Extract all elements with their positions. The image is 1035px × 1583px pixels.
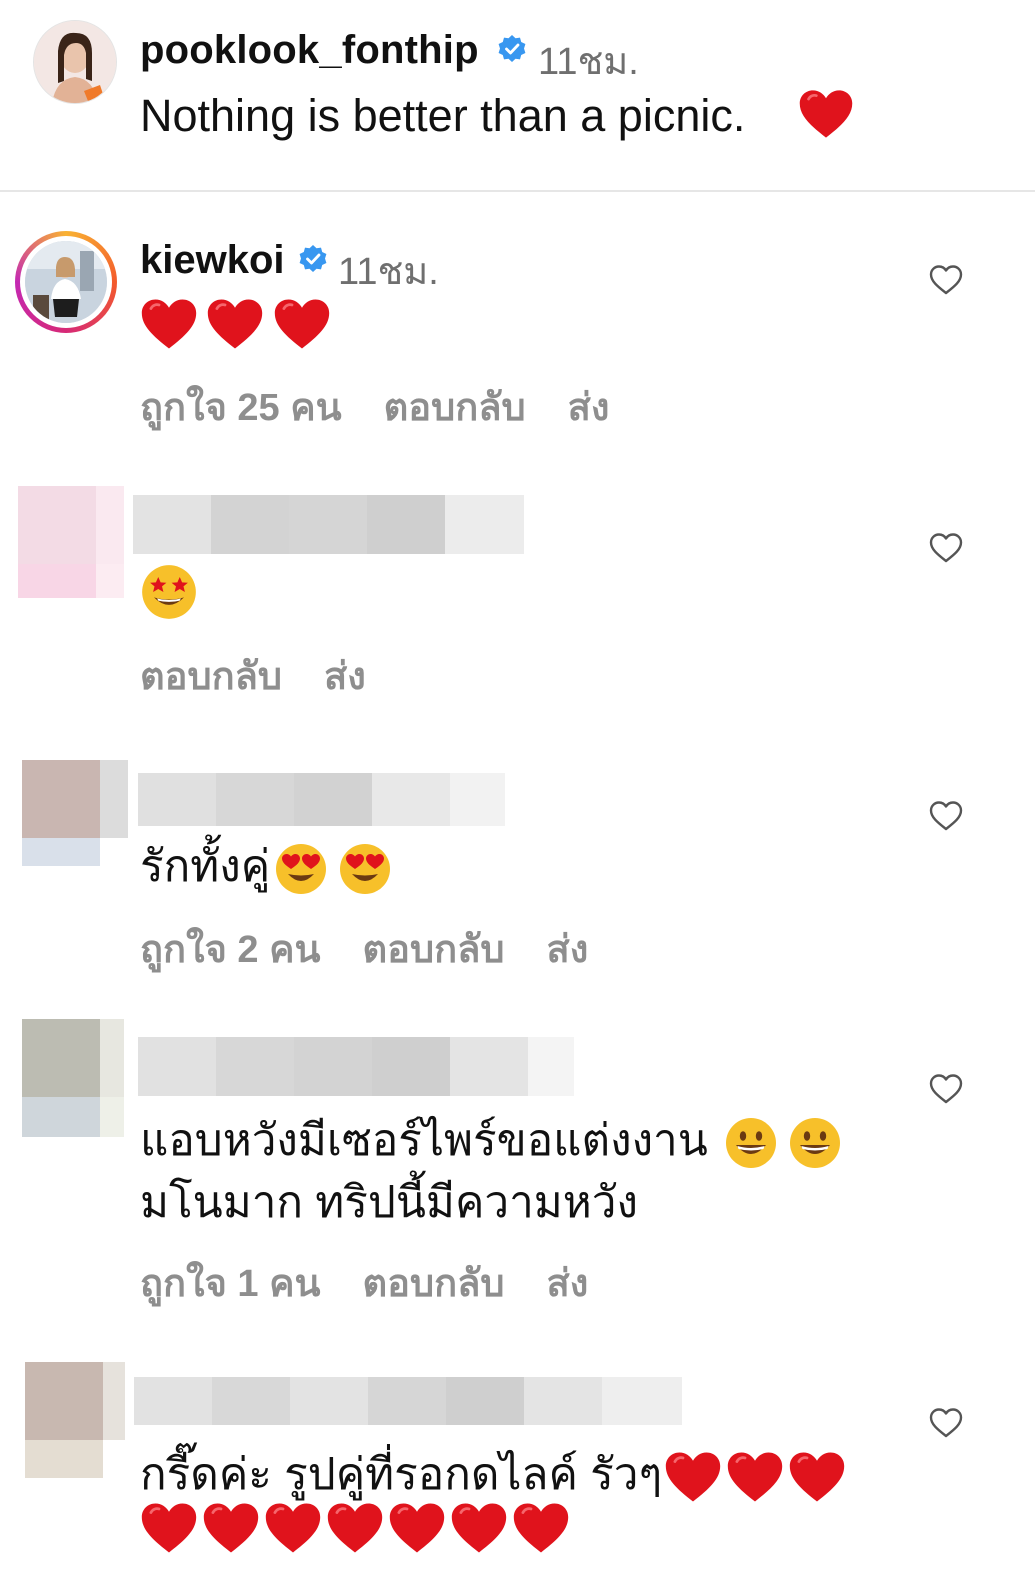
comment-text-line: กรี๊ดค่ะ รูปคู่ที่รอกดไลค์ รัวๆ: [140, 1450, 663, 1499]
send-button[interactable]: ส่ง: [324, 656, 366, 698]
username-blurred[interactable]: [133, 495, 524, 554]
avatar-blurred[interactable]: [25, 1362, 125, 1478]
story-ring-avatar[interactable]: [15, 231, 117, 333]
comment-actions: ถูกใจ 2 คน ตอบกลับ ส่ง: [140, 918, 630, 979]
reply-button[interactable]: ตอบกลับ: [362, 929, 504, 971]
red-heart-emoji-icon: [140, 296, 198, 352]
red-heart-emoji-icon: [664, 1449, 722, 1505]
comment-actions: ตอบกลับ ส่ง: [140, 645, 408, 706]
comment-text: [140, 296, 331, 352]
divider: [0, 190, 1035, 192]
comment-text: รักทั้งคู่: [140, 836, 392, 898]
avatar-blurred[interactable]: [22, 1019, 124, 1137]
red-heart-emoji-icon: [326, 1500, 384, 1556]
caption-timestamp: 11ชม.: [538, 41, 639, 83]
comment-text: แอบหวังมีเซอร์ไพร์ขอแต่งงาน: [140, 1110, 842, 1172]
red-heart-emoji-icon: [512, 1500, 570, 1556]
comment-actions: ถูกใจ 1 คน ตอบกลับ ส่ง: [140, 1252, 630, 1313]
red-heart-emoji-icon: [264, 1500, 322, 1556]
verified-badge-icon: [298, 244, 328, 274]
red-heart-emoji-icon: [788, 1449, 846, 1505]
likes-count-button[interactable]: ถูกใจ 2 คน: [140, 929, 320, 971]
grinning-face-emoji-icon: [788, 1116, 842, 1170]
caption-text: Nothing is better than a picnic.: [140, 90, 746, 141]
verified-badge-icon: [497, 34, 527, 64]
avatar-blurred[interactable]: [22, 760, 128, 866]
heart-eyes-emoji-icon: [338, 842, 392, 896]
likes-count-button[interactable]: ถูกใจ 25 คน: [140, 387, 342, 429]
comment-actions: ถูกใจ 25 คน ตอบกลับ ส่ง: [140, 376, 651, 437]
caption-username[interactable]: pooklook_fonthip: [140, 28, 479, 73]
username-blurred[interactable]: [138, 1037, 574, 1096]
red-heart-emoji-icon: [202, 1500, 260, 1556]
send-button[interactable]: ส่ง: [568, 387, 610, 429]
comment-text-line: มโนมาก ทริปนี้มีความหวัง: [140, 1178, 638, 1227]
red-heart-emoji-icon: [450, 1500, 508, 1556]
red-heart-emoji-icon: [388, 1500, 446, 1556]
reply-button[interactable]: ตอบกลับ: [140, 656, 282, 698]
reply-button[interactable]: ตอบกลับ: [384, 387, 526, 429]
likes-count-button[interactable]: ถูกใจ 1 คน: [140, 1263, 320, 1305]
comment-text-line: แอบหวังมีเซอร์ไพร์ขอแต่งงาน: [140, 1116, 708, 1165]
username-blurred[interactable]: [138, 773, 505, 826]
heart-outline-icon[interactable]: [929, 264, 963, 296]
comment-username[interactable]: kiewkoi: [140, 238, 285, 283]
username-blurred[interactable]: [134, 1377, 682, 1425]
heart-outline-icon[interactable]: [929, 800, 963, 832]
red-heart-emoji-icon: [140, 1500, 198, 1556]
comment-timestamp: 11ชม.: [338, 251, 439, 293]
comment-text-content: รักทั้งคู่: [140, 842, 271, 891]
red-heart-emoji-icon: [273, 296, 331, 352]
heart-outline-icon[interactable]: [929, 1073, 963, 1105]
avatar: [25, 241, 107, 323]
red-heart-emoji-icon: [206, 296, 264, 352]
heart-outline-icon[interactable]: [929, 1407, 963, 1439]
heart-eyes-emoji-icon: [274, 842, 328, 896]
send-button[interactable]: ส่ง: [547, 1263, 589, 1305]
red-heart-emoji-icon: [726, 1449, 784, 1505]
star-struck-emoji-icon: [140, 563, 198, 621]
grinning-face-emoji-icon: [724, 1116, 778, 1170]
red-heart-emoji-icon: [798, 86, 854, 142]
avatar-blurred[interactable]: [18, 486, 124, 598]
comment-text: กรี๊ดค่ะ รูปคู่ที่รอกดไลค์ รัวๆ: [140, 1444, 846, 1506]
caption-avatar[interactable]: [33, 20, 117, 104]
heart-outline-icon[interactable]: [929, 532, 963, 564]
comment-text: [140, 563, 198, 621]
comment-text-emojis: [140, 1500, 570, 1556]
reply-button[interactable]: ตอบกลับ: [362, 1263, 504, 1305]
send-button[interactable]: ส่ง: [547, 929, 589, 971]
